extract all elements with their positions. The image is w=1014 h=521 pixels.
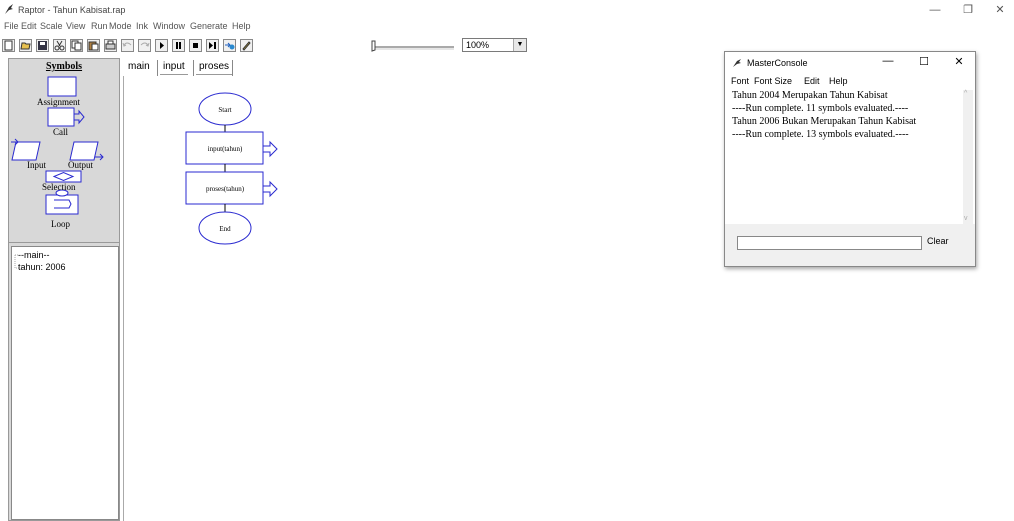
pen-icon[interactable]	[240, 39, 253, 52]
menu-run[interactable]: Run	[91, 21, 108, 31]
menu-edit[interactable]: Edit	[21, 21, 37, 31]
output-label: Output	[68, 160, 94, 170]
zoom-select[interactable]: 100% ▼	[462, 38, 527, 52]
menu-mode[interactable]: Mode	[109, 21, 132, 31]
loop-symbol[interactable]	[45, 194, 79, 215]
raptor-bird-icon	[5, 4, 13, 14]
step-icon[interactable]	[206, 39, 219, 52]
zoom-slider[interactable]	[366, 40, 456, 52]
console-input[interactable]	[737, 236, 922, 250]
assignment-symbol[interactable]	[47, 76, 77, 97]
console-input-area: Clear	[725, 224, 975, 266]
chevron-down-icon[interactable]: ▼	[513, 39, 526, 51]
console-line: ----Run complete. 11 symbols evaluated.-…	[732, 103, 909, 114]
symbols-palette: Symbols Assignment Call Input Output Sel…	[9, 59, 119, 243]
stop-icon[interactable]	[189, 39, 202, 52]
console-line: ----Run complete. 13 symbols evaluated.-…	[732, 129, 909, 140]
chevron-down-icon[interactable]: v	[964, 215, 968, 222]
menu-generate[interactable]: Generate	[190, 21, 228, 31]
zoom-value: 100%	[466, 40, 490, 50]
console-scrollbar[interactable]: ^ v	[963, 90, 973, 224]
tab-main[interactable]: main	[125, 60, 153, 74]
call-arrow-icon	[263, 180, 278, 198]
console-menu-font-size[interactable]: Font Size	[754, 76, 792, 86]
copy-icon[interactable]	[70, 39, 83, 52]
console-maximize-button[interactable]: ☐	[915, 55, 933, 68]
title-bar: Raptor - Tahun Kabisat.rap — ❐ ✕	[0, 0, 1014, 20]
console-minimize-button[interactable]: —	[879, 55, 897, 67]
window-title: Raptor - Tahun Kabisat.rap	[18, 5, 126, 15]
redo-icon[interactable]	[138, 39, 151, 52]
output-arrow-icon	[95, 153, 104, 161]
minimize-button[interactable]: —	[925, 2, 945, 18]
clear-button[interactable]: Clear	[927, 236, 949, 246]
menu-view[interactable]: View	[66, 21, 85, 31]
input-symbol[interactable]	[11, 141, 41, 161]
menu-help[interactable]: Help	[232, 21, 251, 31]
cut-icon[interactable]	[53, 39, 66, 52]
call-input-label: input(tahun)	[208, 145, 243, 153]
pause-icon[interactable]	[172, 39, 185, 52]
console-menu-edit[interactable]: Edit	[804, 76, 820, 86]
master-console-window: MasterConsole — ☐ ✕ Font Font Size Edit …	[724, 51, 976, 267]
print-icon[interactable]	[104, 39, 117, 52]
save-icon[interactable]	[36, 39, 49, 52]
input-label: Input	[27, 160, 46, 170]
console-close-button[interactable]: ✕	[950, 55, 968, 68]
console-menu-help[interactable]: Help	[829, 76, 848, 86]
call-arrow-icon	[74, 109, 85, 125]
flowchart: Start input(tahun) proses(tahun) End	[185, 92, 278, 245]
variables-panel: --main-- tahun: 2006	[11, 246, 119, 520]
menu-scale[interactable]: Scale	[40, 21, 63, 31]
close-button[interactable]: ✕	[990, 2, 1010, 18]
call-label: Call	[53, 127, 68, 137]
console-line: Tahun 2006 Bukan Merupakan Tahun Kabisat	[732, 116, 917, 127]
console-title: MasterConsole	[747, 58, 808, 68]
restore-button[interactable]: ❐	[958, 2, 978, 18]
tab-proses[interactable]: proses	[196, 60, 233, 75]
output-symbol[interactable]	[69, 141, 99, 161]
start-label: Start	[218, 106, 231, 114]
symbol-shapes	[11, 76, 104, 215]
tab-input[interactable]: input	[160, 60, 188, 75]
menu-file[interactable]: File	[4, 21, 19, 31]
undo-icon[interactable]	[121, 39, 134, 52]
raptor-bird-icon	[733, 59, 741, 67]
play-icon[interactable]	[155, 39, 168, 52]
menu-window[interactable]: Window	[153, 21, 185, 31]
menu-ink[interactable]: Ink	[136, 21, 148, 31]
variable-tahun[interactable]: tahun: 2006	[18, 262, 66, 272]
new-file-icon[interactable]	[2, 39, 15, 52]
paste-icon[interactable]	[87, 39, 100, 52]
tree-root[interactable]: --main--	[18, 250, 50, 260]
loop-label: Loop	[51, 219, 70, 229]
console-menu-font[interactable]: Font	[731, 76, 749, 86]
breakpoint-icon[interactable]	[223, 39, 236, 52]
selection-label: Selection	[42, 182, 76, 192]
call-arrow-icon	[263, 140, 278, 158]
console-line: Tahun 2004 Merupakan Tahun Kabisat	[732, 90, 888, 101]
left-panel: Symbols Assignment Call Input Output Sel…	[8, 58, 120, 521]
call-symbol[interactable]	[47, 107, 75, 127]
end-label: End	[219, 225, 231, 233]
assignment-label: Assignment	[37, 97, 81, 107]
call-proses-label: proses(tahun)	[206, 185, 245, 193]
chevron-up-icon[interactable]: ^	[964, 90, 967, 97]
open-icon[interactable]	[19, 39, 32, 52]
